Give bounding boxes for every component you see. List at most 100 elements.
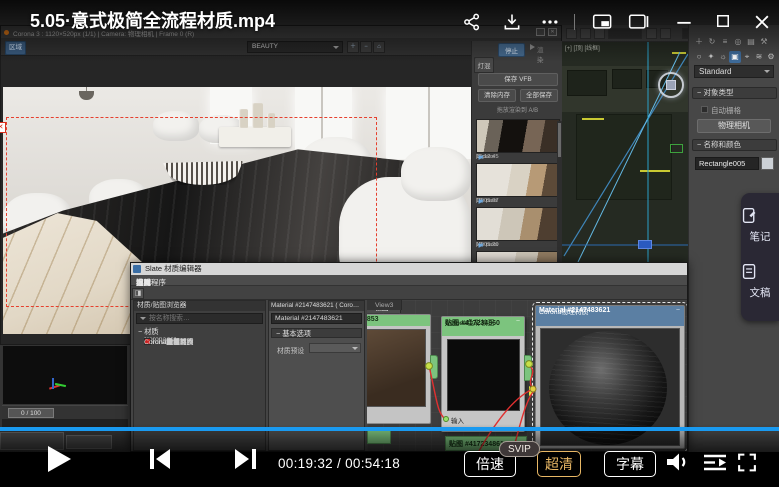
checkbox-icon[interactable] — [701, 106, 708, 113]
slate-titlebar[interactable]: Slate 材质编辑器 — [131, 263, 687, 275]
history-thumbnail[interactable] — [476, 207, 560, 241]
mini-viewport[interactable] — [2, 345, 128, 405]
cc-preview — [447, 339, 520, 411]
note-pencil-icon — [741, 207, 758, 224]
divider — [574, 14, 575, 30]
transcript-button[interactable]: 文稿 — [741, 257, 779, 315]
prev-bar-icon — [150, 449, 154, 469]
physical-camera-button[interactable]: 物理相机 — [697, 119, 771, 133]
camera-icon — [666, 80, 676, 90]
time-slider[interactable]: 0 / 100 — [8, 408, 54, 418]
history-item[interactable]: 15:12:45 | 9 pass ⇄▶✕ — [476, 119, 560, 163]
progress-bar[interactable] — [0, 427, 779, 431]
minimize-icon[interactable] — [674, 12, 694, 32]
more-icon[interactable] — [540, 12, 560, 32]
autogrid-checkbox[interactable]: 自动栅格 — [701, 105, 711, 114]
collapse-icon[interactable]: − — [516, 318, 520, 325]
node-output-tab[interactable] — [524, 355, 532, 381]
delete-icon[interactable]: ✕ — [479, 198, 484, 205]
prev-triangle-icon — [156, 449, 170, 469]
node-output-tab[interactable] — [430, 355, 438, 379]
node-input-arrow[interactable] — [529, 386, 536, 396]
next-triangle-icon — [235, 449, 249, 469]
slate-title-text: Slate 材质编辑器 — [145, 263, 202, 274]
axis-z-icon — [52, 378, 54, 389]
play-button[interactable] — [48, 446, 71, 472]
history-thumbnail[interactable] — [476, 119, 560, 153]
browser-header: 材质/贴图浏览器 — [134, 301, 265, 311]
name-color-rollout[interactable]: − 名称和颜色 — [692, 139, 777, 151]
history-caption: 15:05:20 | 49 pass ⇄▶✕ — [476, 242, 478, 248]
next-button[interactable] — [235, 449, 257, 469]
slate-toolbar: ▸✚◫✎▦▣✕⟲⊞◉✦◨ — [131, 286, 687, 300]
subtitle-button[interactable]: 字幕 — [604, 451, 656, 477]
history-caption: 15:12:45 | 9 pass ⇄▶✕ — [476, 154, 478, 160]
pendant-lamp — [79, 91, 94, 100]
browser-group-header[interactable]: − 材质 — [138, 327, 159, 337]
color-correct-node[interactable]: 贴图 #417234860 Corona色彩校正 − 输入 — [441, 316, 525, 432]
history-hint-text: 拖放渲染到 A/B — [472, 105, 563, 114]
camera-selection-circle[interactable] — [658, 72, 684, 98]
next-bar-icon — [252, 449, 256, 469]
mini-player-icon[interactable] — [592, 12, 614, 32]
chair-shape — [401, 147, 471, 201]
bitmap-node[interactable]: 4853 — [367, 314, 431, 424]
quality-button[interactable]: 超清 — [537, 451, 581, 477]
time-display: 00:19:32 / 00:54:18 — [278, 456, 400, 471]
chevron-down-icon — [764, 70, 770, 76]
chevron-down-icon[interactable] — [140, 317, 146, 323]
notes-button[interactable]: 笔记 — [741, 201, 779, 259]
max-track-bar[interactable]: 0 / 100 — [2, 405, 128, 419]
delete-icon[interactable]: ✕ — [479, 154, 484, 161]
playlist-icon[interactable] — [702, 453, 728, 472]
region-close-icon[interactable]: ✕ — [0, 122, 6, 133]
previous-button[interactable] — [150, 449, 172, 469]
fullscreen-icon[interactable] — [736, 452, 758, 473]
basic-options-rollout[interactable]: − 基本选项 — [271, 328, 362, 338]
object-color-swatch[interactable] — [761, 157, 774, 170]
clear-memory-button[interactable]: 清除内存 — [478, 89, 516, 102]
material-node-header: Material #2147483621 Corona物理材质 − — [536, 306, 684, 326]
bitmap-preview — [367, 329, 426, 407]
document-icon — [741, 263, 758, 280]
video-frame[interactable]: Corona 3 : 1120×520px (1/1) | Camera: 物理… — [0, 0, 779, 452]
slate-menubar: 模式材质编辑选择视图选项工具实用程序 — [131, 275, 687, 286]
camera-type-dropdown[interactable]: Standard — [694, 65, 774, 78]
max-viewport[interactable]: [+] [顶] [线框] — [562, 42, 688, 262]
download-icon[interactable] — [502, 12, 522, 32]
history-item[interactable]: 15:05:20 | 49 pass ⇄▶✕ — [476, 207, 560, 251]
history-caption: 15:05:07 | 10 pass ⇄▶✕ — [476, 198, 478, 204]
share-icon[interactable] — [462, 12, 482, 32]
maximize-icon[interactable] — [714, 12, 732, 30]
search-input[interactable] — [149, 314, 259, 323]
slate-toolbar-icon[interactable]: ◨ — [132, 288, 144, 299]
svip-badge: SVIP — [499, 441, 540, 457]
close-icon[interactable] — [752, 12, 772, 32]
bitmap-node-header: 4853 — [367, 315, 430, 326]
preset-label: 材质预设 — [277, 345, 304, 355]
preset-dropdown[interactable] — [309, 343, 361, 353]
side-tools-panel: 笔记 文稿 — [741, 193, 779, 321]
param-header: Material #2147483621 ( Corona物理材质 ) — [269, 301, 364, 311]
object-type-rollout[interactable]: − 对象类型 — [692, 87, 777, 99]
cc-node-header: 贴图 #417234860 Corona色彩校正 − — [442, 317, 524, 336]
history-item[interactable]: 15:05:07 | 10 pass ⇄▶✕ — [476, 163, 560, 207]
input-socket[interactable] — [443, 416, 449, 422]
slate-window-icon — [133, 265, 141, 273]
save-vfb-button[interactable]: 保存 VFB — [478, 73, 558, 86]
history-thumbnail[interactable] — [476, 163, 560, 197]
scrollbar-thumb[interactable] — [558, 123, 561, 157]
material-name-field[interactable]: Material #2147483621 — [271, 313, 362, 324]
volume-icon[interactable] — [664, 450, 692, 474]
camera-gizmo[interactable] — [638, 240, 652, 249]
object-name-field[interactable]: Rectangle005 — [695, 157, 759, 170]
chevron-down-icon — [352, 347, 358, 353]
video-title: 5.05·意式极简全流程材质.mp4 — [30, 7, 275, 33]
search-box[interactable] — [136, 313, 263, 324]
node-view-tab[interactable]: View3 — [367, 300, 402, 310]
delete-icon[interactable]: ✕ — [479, 242, 484, 249]
collapse-icon[interactable]: − — [676, 307, 680, 314]
widescreen-icon[interactable] — [628, 12, 650, 32]
save-all-button[interactable]: 全部保存 — [520, 89, 558, 102]
video-player-window: Corona 3 : 1120×520px (1/1) | Camera: 物理… — [0, 0, 779, 487]
